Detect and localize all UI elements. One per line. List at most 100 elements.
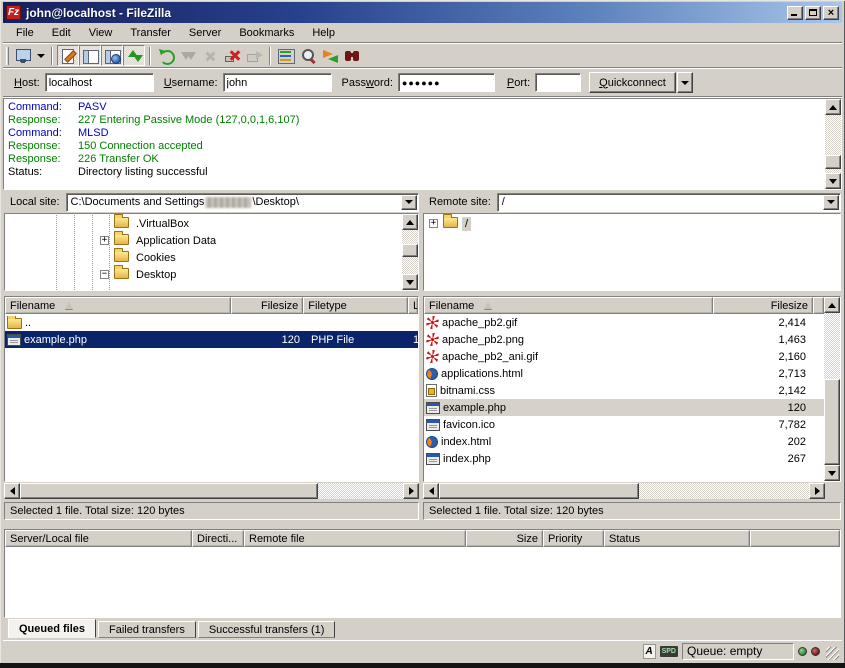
file-row-index-php[interactable]: index.php267 xyxy=(424,450,824,467)
queue-column-directi[interactable]: Directi... xyxy=(192,530,244,547)
file-search-button[interactable] xyxy=(297,45,319,66)
local-column-filesize[interactable]: Filesize xyxy=(231,297,303,314)
file-row-favicon-ico[interactable]: favicon.ico7,782 xyxy=(424,416,824,433)
reconnect-button xyxy=(243,45,265,66)
tree-item-item[interactable]: +/ xyxy=(424,215,840,232)
menu-help[interactable]: Help xyxy=(303,25,344,41)
filter-button[interactable] xyxy=(275,45,297,66)
filename-text: example.php xyxy=(24,334,87,346)
filename-cell: bitnami.css xyxy=(424,384,713,397)
menu-edit[interactable]: Edit xyxy=(43,25,80,41)
local-column-filetype[interactable]: Filetype xyxy=(303,297,408,314)
queue-body[interactable] xyxy=(5,547,840,617)
menu-bookmarks[interactable]: Bookmarks xyxy=(230,25,303,41)
tab-successful-transfers-1[interactable]: Successful transfers (1) xyxy=(198,621,336,638)
log-text: PASV xyxy=(78,101,107,114)
file-row-bitnami-css[interactable]: bitnami.css2,142 xyxy=(424,382,824,399)
tab-failed-transfers[interactable]: Failed transfers xyxy=(98,621,196,638)
filesize-cell: 2,713 xyxy=(713,368,813,380)
expand-plus-icon[interactable]: + xyxy=(429,219,438,228)
password-input[interactable] xyxy=(398,73,495,92)
resize-grip[interactable] xyxy=(826,647,839,660)
menu-file[interactable]: File xyxy=(7,25,43,41)
file-row-item[interactable]: .. xyxy=(5,314,418,331)
menu-view[interactable]: View xyxy=(80,25,122,41)
maximize-button[interactable] xyxy=(805,6,821,20)
local-tree-scrollbar[interactable] xyxy=(402,214,418,290)
local-site-row: Local site: C:\Documents and Settings\De… xyxy=(4,192,419,212)
file-row-apache-pb2-gif[interactable]: apache_pb2.gif2,414 xyxy=(424,314,824,331)
toggle-remote-tree-button[interactable] xyxy=(101,45,123,66)
html-file-icon xyxy=(426,368,438,380)
folder-icon xyxy=(114,268,129,279)
quickconnect-dropdown-button[interactable] xyxy=(677,72,693,93)
tab-queued-files[interactable]: Queued files xyxy=(8,619,96,638)
queue-status: Queue: empty xyxy=(682,643,794,660)
find-files-button[interactable] xyxy=(341,45,363,66)
title-bar[interactable]: Fz john@localhost - FileZilla × xyxy=(3,2,842,23)
remote-column-filesize[interactable]: Filesize xyxy=(713,297,813,314)
local-column-last-modified[interactable]: L xyxy=(408,297,418,314)
local-column-filename[interactable]: Filename xyxy=(5,297,231,314)
queue-column-size[interactable]: Size xyxy=(466,530,543,547)
filesize-cell: 267 xyxy=(713,453,813,465)
queue-column-remote-file[interactable]: Remote file xyxy=(244,530,466,547)
folder-icon xyxy=(114,234,129,245)
site-manager-button-dropdown[interactable] xyxy=(34,45,47,66)
scroll-right-icon xyxy=(409,487,414,495)
file-row-example-php[interactable]: example.php120PHP File1 xyxy=(5,331,418,348)
sync-browse-button[interactable] xyxy=(319,45,341,66)
file-row-index-html[interactable]: index.html202 xyxy=(424,433,824,450)
remote-column-filename[interactable]: Filename xyxy=(424,297,713,314)
speed-limit-indicator-icon[interactable]: SPD xyxy=(660,646,678,657)
toggle-local-tree-button[interactable] xyxy=(79,45,101,66)
site-manager-button[interactable] xyxy=(12,45,34,66)
toggle-message-log-button[interactable] xyxy=(57,45,79,66)
remote-site-label: Remote site: xyxy=(423,196,497,208)
queue-column-priority[interactable]: Priority xyxy=(543,530,604,547)
expand-plus-icon[interactable]: + xyxy=(100,236,109,245)
local-site-dropdown-button[interactable] xyxy=(401,195,417,210)
local-site-combobox[interactable]: C:\Documents and Settings\Desktop\ xyxy=(66,193,419,212)
remote-list-scrollbar[interactable] xyxy=(824,297,840,481)
remote-file-list: Filename Filesize apache_pb2.gif2,414apa… xyxy=(423,296,841,482)
remote-list-hscrollbar[interactable] xyxy=(423,483,841,499)
local-selection-status: Selected 1 file. Total size: 120 bytes xyxy=(4,502,419,520)
tree-item-virtualbox[interactable]: .VirtualBox xyxy=(5,215,402,232)
toggle-transfer-queue-button[interactable] xyxy=(123,45,145,66)
remote-site-combobox[interactable]: / xyxy=(497,193,841,212)
file-row-apache-pb2-png[interactable]: apache_pb2.png1,463 xyxy=(424,331,824,348)
port-input[interactable] xyxy=(535,73,581,92)
remote-site-dropdown-button[interactable] xyxy=(823,195,839,210)
file-row-example-php[interactable]: example.php120 xyxy=(424,399,824,416)
file-row-applications-html[interactable]: applications.html2,713 xyxy=(424,365,824,382)
collapse-minus-icon[interactable]: − xyxy=(100,270,109,279)
local-list-hscrollbar[interactable] xyxy=(4,483,419,499)
tree-item-desktop[interactable]: −Desktop xyxy=(5,266,402,283)
queue-tabs: Queued filesFailed transfersSuccessful t… xyxy=(8,618,337,638)
queue-column-status[interactable]: Status xyxy=(604,530,750,547)
disconnect-button[interactable] xyxy=(221,45,243,66)
tree-item-application-data[interactable]: +Application Data xyxy=(5,232,402,249)
php-file-icon xyxy=(426,419,440,431)
remote-list-header: Filename Filesize xyxy=(424,297,824,314)
quickconnect-button[interactable]: Quickconnect xyxy=(589,72,676,93)
folder-icon xyxy=(114,217,129,228)
queue-column-server-local-file[interactable]: Server/Local file xyxy=(5,530,192,547)
menu-server[interactable]: Server xyxy=(180,25,230,41)
refresh-button[interactable] xyxy=(155,45,177,66)
host-input[interactable] xyxy=(45,73,154,92)
data-type-indicator-icon[interactable]: A xyxy=(643,644,656,659)
message-log-scrollbar[interactable] xyxy=(825,99,841,189)
file-row-apache-pb2-ani-gif[interactable]: apache_pb2_ani.gif2,160 xyxy=(424,348,824,365)
log-label: Status: xyxy=(4,166,78,179)
tree-item-cookies[interactable]: Cookies xyxy=(5,249,402,266)
close-button[interactable]: × xyxy=(823,6,839,20)
menu-transfer[interactable]: Transfer xyxy=(121,25,180,41)
filename-text: apache_pb2.png xyxy=(442,334,524,346)
remote-column-stub xyxy=(813,297,824,314)
minimize-button[interactable] xyxy=(787,6,803,20)
filename-cell: example.php xyxy=(424,402,713,414)
username-input[interactable] xyxy=(223,73,332,92)
log-text: Directory listing successful xyxy=(78,166,208,179)
